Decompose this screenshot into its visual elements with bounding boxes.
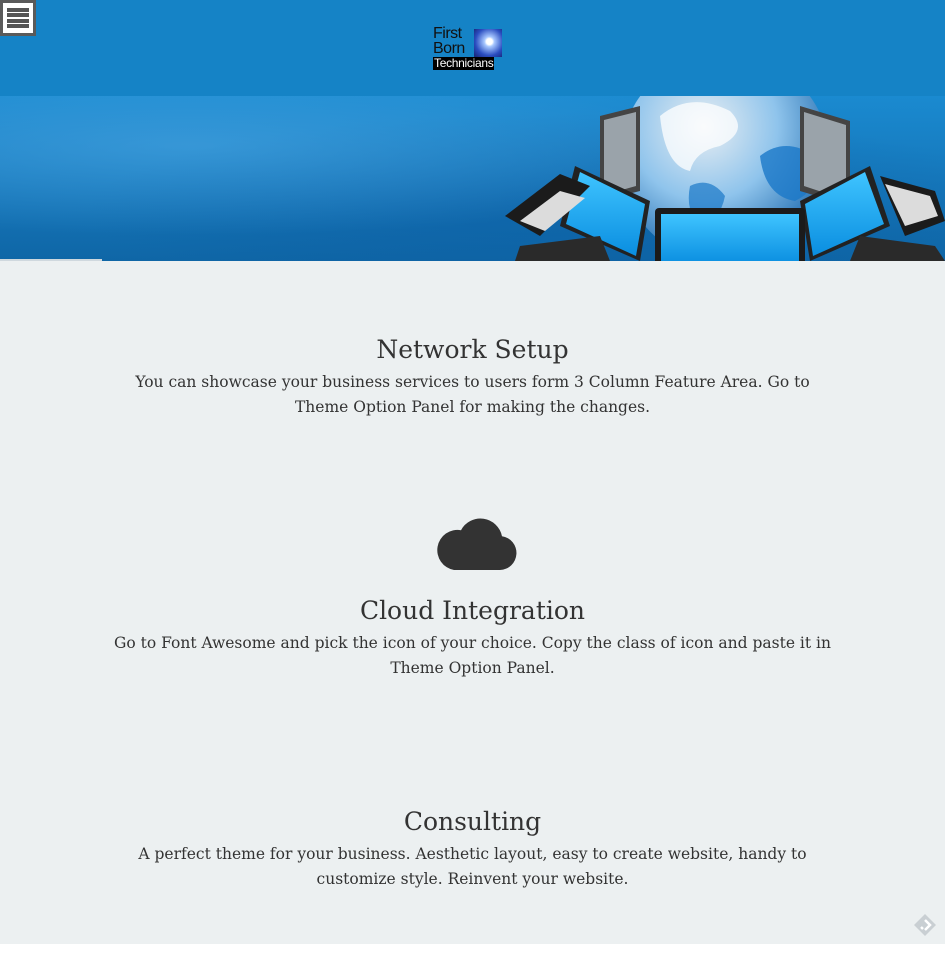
- logo-text-born: Born: [433, 40, 465, 57]
- features-section: Network Setup You can showcase your busi…: [0, 261, 945, 944]
- feature-title: Network Setup: [376, 335, 569, 364]
- cloud-icon: [437, 518, 517, 570]
- menu-bar: [7, 23, 29, 28]
- feature-network-setup: Network Setup You can showcase your busi…: [0, 334, 945, 420]
- logo-text-technicians: Technicians: [433, 56, 495, 70]
- feature-title: Cloud Integration: [359, 596, 586, 625]
- logo-spark-graphic: [474, 29, 502, 57]
- logo-text-first: First: [433, 25, 462, 42]
- globe-laptops-illustration: [0, 96, 945, 261]
- hero-banner: [0, 96, 945, 261]
- feature-cloud-integration: Cloud Integration Go to Font Awesome and…: [0, 595, 945, 681]
- feature-title: Consulting: [403, 807, 542, 836]
- menu-toggle-inner: [3, 3, 33, 33]
- menu-bar: [7, 18, 29, 23]
- feature-description: Go to Font Awesome and pick the icon of …: [113, 634, 831, 677]
- menu-bar: [7, 8, 29, 12]
- site-header: First Born Technicians: [0, 0, 945, 96]
- feedly-icon[interactable]: [912, 912, 938, 938]
- site-logo[interactable]: First Born Technicians: [433, 25, 506, 71]
- hamburger-menu-icon[interactable]: [0, 0, 36, 36]
- feature-consulting: Consulting A perfect theme for your busi…: [0, 806, 945, 892]
- feature-description: A perfect theme for your business. Aesth…: [138, 845, 807, 888]
- menu-bar: [7, 13, 29, 18]
- feature-description: You can showcase your business services …: [135, 373, 810, 416]
